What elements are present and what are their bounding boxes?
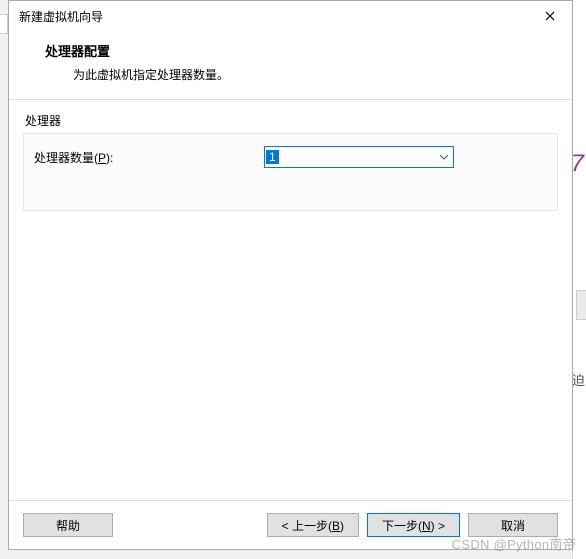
label-text: ): [106,151,113,165]
processor-group: 处理器数量(P): 1 [23,133,558,211]
button-label: 下一步(N) > [382,517,445,534]
page-title: 处理器配置 [45,41,548,60]
combo-value: 1 [266,150,279,164]
back-button[interactable]: < 上一步(B) [267,513,359,537]
processor-count-combo[interactable]: 1 [264,146,454,168]
group-label: 处理器 [23,112,558,129]
button-label: < 上一步(B) [282,517,344,534]
button-label: 帮助 [56,517,80,534]
background-glyph [576,290,586,320]
content-area: 处理器 处理器数量(P): 1 [9,100,572,500]
background-fragment-right: 7 迫 [572,0,586,559]
page-subtitle: 为此虚拟机指定处理器数量。 [45,66,548,83]
titlebar: 新建虚拟机向导 [9,1,572,31]
background-glyph: 迫 [572,370,585,389]
processor-count-label: 处理器数量(P): [34,149,264,166]
wizard-footer: 帮助 < 上一步(B) 下一步(N) > 取消 [9,500,572,549]
button-label: 取消 [501,517,525,534]
processor-count-row: 处理器数量(P): 1 [34,146,547,168]
label-text: 处理器数量( [34,151,98,165]
wizard-header: 处理器配置 为此虚拟机指定处理器数量。 [9,31,572,100]
next-button[interactable]: 下一步(N) > [367,513,460,537]
help-button[interactable]: 帮助 [23,513,113,537]
cancel-button[interactable]: 取消 [468,513,558,537]
combo-value-wrap: 1 [265,150,435,164]
window-title: 新建虚拟机向导 [19,8,527,25]
label-hotkey: P [98,151,106,165]
close-button[interactable] [527,1,572,31]
close-icon [545,11,555,21]
chevron-down-icon [435,147,453,167]
wizard-dialog: 新建虚拟机向导 处理器配置 为此虚拟机指定处理器数量。 处理器 处理器数量(P)… [8,0,573,550]
background-fragment-left [0,14,8,34]
